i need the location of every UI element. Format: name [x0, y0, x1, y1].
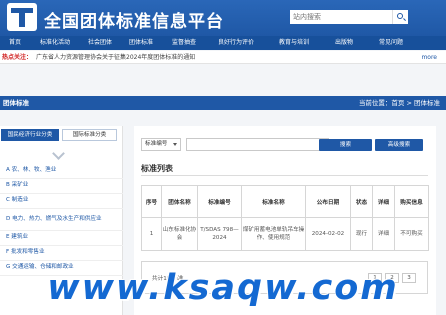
hot-topics-label: 热点关注：	[2, 54, 33, 61]
divider	[141, 175, 428, 176]
category-item[interactable]: D 电力、热力、燃气及水生产和供应业	[0, 209, 123, 231]
site-header: 全国团体标准信息平台	[0, 0, 446, 36]
site-title: 全国团体标准信息平台	[44, 12, 224, 32]
caret-down-icon	[173, 143, 177, 146]
hot-topics-bar: 热点关注： 广东省人力资源管理协会关于征集2024年度团体标准的通知 more	[0, 51, 446, 64]
column-header: 序号	[141, 185, 162, 218]
nav-item-good-behavior-evaluation[interactable]: 良好行为评价	[206, 36, 266, 50]
search-field-select-value: 标准编号	[145, 141, 168, 147]
nav-item-group-standards[interactable]: 团体标准	[120, 36, 162, 50]
advanced-search-button[interactable]: 高级搜索	[375, 139, 423, 151]
category-item[interactable]: E 建筑业	[0, 231, 123, 246]
section-bar: 团体标准 当前位置：首页 > 团体标准	[0, 96, 446, 110]
search-submit-button[interactable]: 搜索	[319, 139, 372, 151]
chevron-down-icon	[52, 147, 65, 160]
column-header: 详细	[372, 185, 395, 218]
search-input[interactable]	[290, 10, 392, 24]
nav-item-standardization-activity[interactable]: 标准化活动	[30, 36, 80, 50]
nav-item-supervision[interactable]: 监督抽查	[162, 36, 206, 50]
more-link[interactable]: more	[421, 51, 437, 64]
cell-status: 现行	[350, 217, 373, 251]
nav-item-education-training[interactable]: 教育与培训	[266, 36, 322, 50]
column-header: 状态	[350, 185, 373, 218]
cell-code: T/SDAS 798—2024	[197, 217, 242, 251]
cell-name: 煤矿用蓄电池单轨吊车操作、使用规范	[241, 217, 306, 251]
category-item[interactable]: C 制造业	[0, 194, 123, 209]
site-logo-icon[interactable]	[7, 3, 37, 31]
category-item[interactable]: A 农、林、牧、渔业	[0, 164, 123, 179]
tab-national-economic-industry[interactable]: 国民经济行业分类	[1, 129, 59, 141]
column-header: 公布日期	[305, 185, 351, 218]
list-title: 标准列表	[141, 164, 173, 173]
page: 全国团体标准信息平台 首页 标准化活动 社会团体 团体标准 监督抽查 良好行为评…	[0, 0, 446, 315]
category-item[interactable]: F 批发和零售业	[0, 246, 123, 261]
column-header: 购买信息	[394, 185, 429, 218]
cell-date: 2024-02-02	[305, 217, 351, 251]
search-field-select[interactable]: 标准编号	[141, 138, 181, 151]
column-header: 标准名称	[241, 185, 306, 218]
column-header: 团体名称	[161, 185, 198, 218]
tab-international-standard-classification[interactable]: 国际标准分类	[62, 129, 117, 141]
breadcrumb: 当前位置：首页 > 团体标准	[358, 99, 440, 107]
nav-item-home[interactable]: 首页	[0, 36, 30, 50]
nav-item-social-groups[interactable]: 社会团体	[80, 36, 120, 50]
standards-table: 序号 团体名称 标准编号 标准名称 公布日期 状态 详细 购买信息 1 山东标准…	[141, 185, 429, 251]
category-item[interactable]: B 采矿业	[0, 179, 123, 194]
cell-buy: 不可购买	[394, 217, 429, 251]
table-row: 1 山东标准化协会 T/SDAS 798—2024 煤矿用蓄电池单轨吊车操作、使…	[141, 217, 429, 251]
watermark: www.ksaqw.com	[47, 268, 399, 308]
search-button[interactable]	[392, 10, 408, 24]
category-list: A 农、林、牧、渔业 B 采矿业 C 制造业 D 电力、热力、燃气及水生产和供应…	[0, 164, 123, 276]
table-header-row: 序号 团体名称 标准编号 标准名称 公布日期 状态 详细 购买信息	[141, 185, 429, 218]
nav-item-publications[interactable]: 出版物	[322, 36, 366, 50]
detail-link[interactable]: 详细	[372, 217, 395, 251]
hot-topics-link[interactable]: 广东省人力资源管理协会关于征集2024年度团体标准的通知	[36, 51, 195, 64]
column-header: 标准编号	[197, 185, 242, 218]
main-nav: 首页 标准化活动 社会团体 团体标准 监督抽查 良好行为评价 教育与培训 出版物…	[0, 36, 446, 50]
cell-org: 山东标准化协会	[161, 217, 198, 251]
nav-item-faq[interactable]: 常见问题	[366, 36, 416, 50]
keyword-input[interactable]	[186, 138, 329, 151]
cell-index: 1	[141, 217, 162, 251]
section-title: 团体标准	[3, 99, 29, 107]
